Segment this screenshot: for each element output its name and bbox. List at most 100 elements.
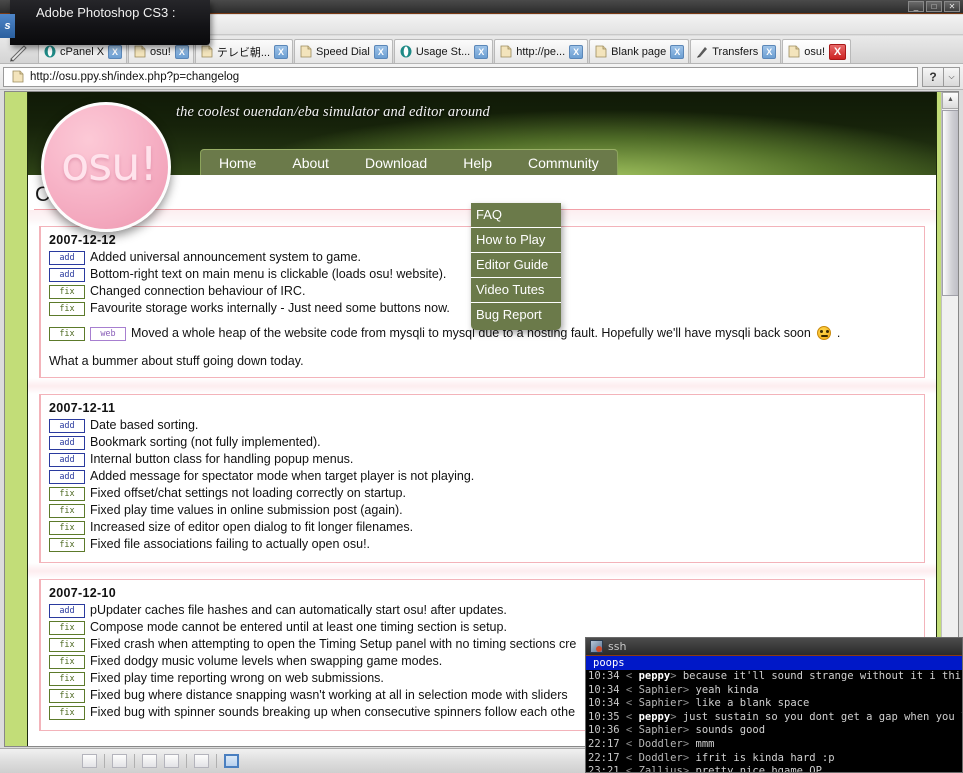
irc-nick: Doddler: [638, 737, 683, 750]
tab-close-button[interactable]: X: [569, 44, 584, 59]
irc-line: 10:34 < Saphier> yeah kinda: [588, 683, 759, 696]
badge-fix: fix: [49, 621, 85, 635]
tab-label: osu!: [804, 45, 826, 58]
log-text: Increased size of editor open dialog to …: [90, 520, 414, 534]
help-button[interactable]: ?: [922, 66, 944, 87]
osu-logo-text: osu!: [61, 137, 158, 191]
terminal-titlebar: ssh: [586, 638, 962, 656]
chevron-down-icon[interactable]: ⌵: [944, 66, 960, 87]
nav-item-home[interactable]: Home: [201, 152, 274, 174]
log-line: fix Fixed offset/chat settings not loadi…: [49, 485, 916, 502]
dropdown-item-faq[interactable]: FAQ: [471, 203, 561, 228]
nav-item-about[interactable]: About: [274, 152, 347, 174]
page-icon: [300, 45, 312, 58]
site-navigation: Home About Download Help Community: [200, 149, 618, 175]
scrollbar-thumb[interactable]: [942, 110, 958, 296]
log-line: add pUpdater caches file hashes and can …: [49, 602, 916, 619]
log-line: fix Fixed play time values in online sub…: [49, 502, 916, 519]
dropdown-item-video-tutes[interactable]: Video Tutes: [471, 278, 561, 303]
irc-message: just sustain so you dont get a gap when …: [682, 710, 962, 723]
close-window-button[interactable]: ✕: [944, 1, 960, 12]
badge-add: add: [49, 268, 85, 282]
tab-blank-page[interactable]: Blank page X: [589, 39, 690, 63]
irc-timestamp: 23:21: [588, 765, 620, 773]
page-icon: [201, 45, 213, 58]
irc-message: ifrit is kinda hard :p: [695, 751, 835, 764]
tooltip-text: Adobe Photoshop CS3 :: [36, 5, 176, 20]
tab-label: cPanel X: [60, 45, 105, 58]
log-text: Fixed crash when attempting to open the …: [90, 637, 577, 651]
tab-close-button[interactable]: X: [762, 44, 777, 59]
log-text: Added universal announcement system to g…: [90, 250, 361, 264]
dropdown-item-bug-report[interactable]: Bug Report: [471, 303, 561, 327]
tab-label: Usage St...: [415, 45, 471, 58]
log-line: fix Compose mode cannot be entered until…: [49, 619, 916, 636]
tray-icon-2[interactable]: [112, 754, 127, 768]
tab-close-button[interactable]: X: [174, 44, 189, 59]
page-icon: [12, 70, 24, 83]
irc-channel-tab[interactable]: poops: [586, 656, 962, 670]
irc-timestamp: 10:34: [588, 697, 620, 710]
irc-nick: Saphier: [638, 683, 683, 696]
tab-close-button[interactable]: X: [670, 44, 685, 59]
log-line: fix Increased size of editor open dialog…: [49, 519, 916, 536]
log-line: add Internal button class for handling p…: [49, 451, 916, 468]
url-input[interactable]: http://osu.ppy.sh/index.php?p=changelog: [3, 66, 918, 87]
irc-nick: peppy: [638, 710, 671, 723]
tray-icon-1[interactable]: [82, 754, 97, 768]
tab-http-pe[interactable]: http://pe... X: [494, 39, 589, 63]
tab-close-button[interactable]: X: [373, 44, 388, 59]
tray-icon-4[interactable]: [164, 754, 179, 768]
tab-close-button[interactable]: X: [108, 44, 123, 59]
opera-icon: [44, 45, 56, 58]
tab-close-button[interactable]: X: [474, 44, 489, 59]
tab-close-button[interactable]: X: [274, 44, 288, 59]
scroll-up-button[interactable]: ▲: [942, 92, 958, 109]
log-text: Bookmark sorting (not fully implemented)…: [90, 435, 321, 449]
irc-line: 22:17 < Doddler> ifrit is kinda hard :p: [588, 751, 835, 764]
irc-message: mmm: [695, 737, 715, 750]
badge-fix: fix: [49, 327, 85, 341]
irc-message: like a blank space: [695, 697, 810, 710]
nav-item-help[interactable]: Help: [445, 152, 510, 174]
log-line: fix Fixed file associations failing to a…: [49, 536, 916, 553]
minimize-button[interactable]: _: [908, 1, 924, 12]
badge-fix: fix: [49, 285, 85, 299]
url-text: http://osu.ppy.sh/index.php?p=changelog: [30, 70, 240, 83]
log-text: Fixed file associations failing to actua…: [90, 537, 371, 551]
tab-close-button-active[interactable]: X: [829, 43, 847, 60]
badge-add: add: [49, 453, 85, 467]
irc-nick: peppy: [638, 670, 671, 682]
irc-nick: Zallius: [638, 765, 683, 773]
tab-osu-active[interactable]: osu! X: [782, 39, 852, 63]
entry-date: 2007-12-10: [49, 586, 116, 600]
tray-icon-6-selected[interactable]: [224, 754, 239, 768]
badge-fix: fix: [49, 706, 85, 720]
badge-fix: fix: [49, 302, 85, 316]
nav-item-download[interactable]: Download: [347, 152, 445, 174]
nav-item-community[interactable]: Community: [510, 152, 617, 174]
dropdown-item-editor-guide[interactable]: Editor Guide: [471, 253, 561, 278]
site-tagline: the coolest ouendan/eba simulator and ed…: [176, 104, 490, 120]
tab-label: テレビ朝...: [216, 46, 270, 59]
dropdown-item-how-to-play[interactable]: How to Play: [471, 228, 561, 253]
tab-transfers[interactable]: Transfers X: [690, 39, 782, 63]
tab-usage-stats[interactable]: Usage St... X: [393, 39, 494, 63]
maximize-button[interactable]: □: [926, 1, 942, 12]
tray-divider: [104, 754, 105, 768]
tray-icon-3[interactable]: [142, 754, 157, 768]
tab-label: Speed Dial: [316, 45, 370, 58]
tray-divider: [186, 754, 187, 768]
tray-icon-5[interactable]: [194, 754, 209, 768]
start-button[interactable]: s: [0, 14, 15, 38]
tray-divider: [216, 754, 217, 768]
tab-speed-dial[interactable]: Speed Dial X: [294, 39, 393, 63]
tab-label: http://pe...: [516, 45, 566, 58]
badge-fix: fix: [49, 521, 85, 535]
badge-add: add: [49, 470, 85, 484]
osu-logo[interactable]: osu!: [41, 102, 171, 232]
irc-line: 10:35 < peppy> just sustain so you dont …: [586, 711, 962, 725]
ssh-terminal-window[interactable]: ssh poops 10:34 < peppy> because it'll s…: [585, 637, 963, 773]
tab-label: osu!: [150, 45, 171, 58]
tray-divider: [134, 754, 135, 768]
